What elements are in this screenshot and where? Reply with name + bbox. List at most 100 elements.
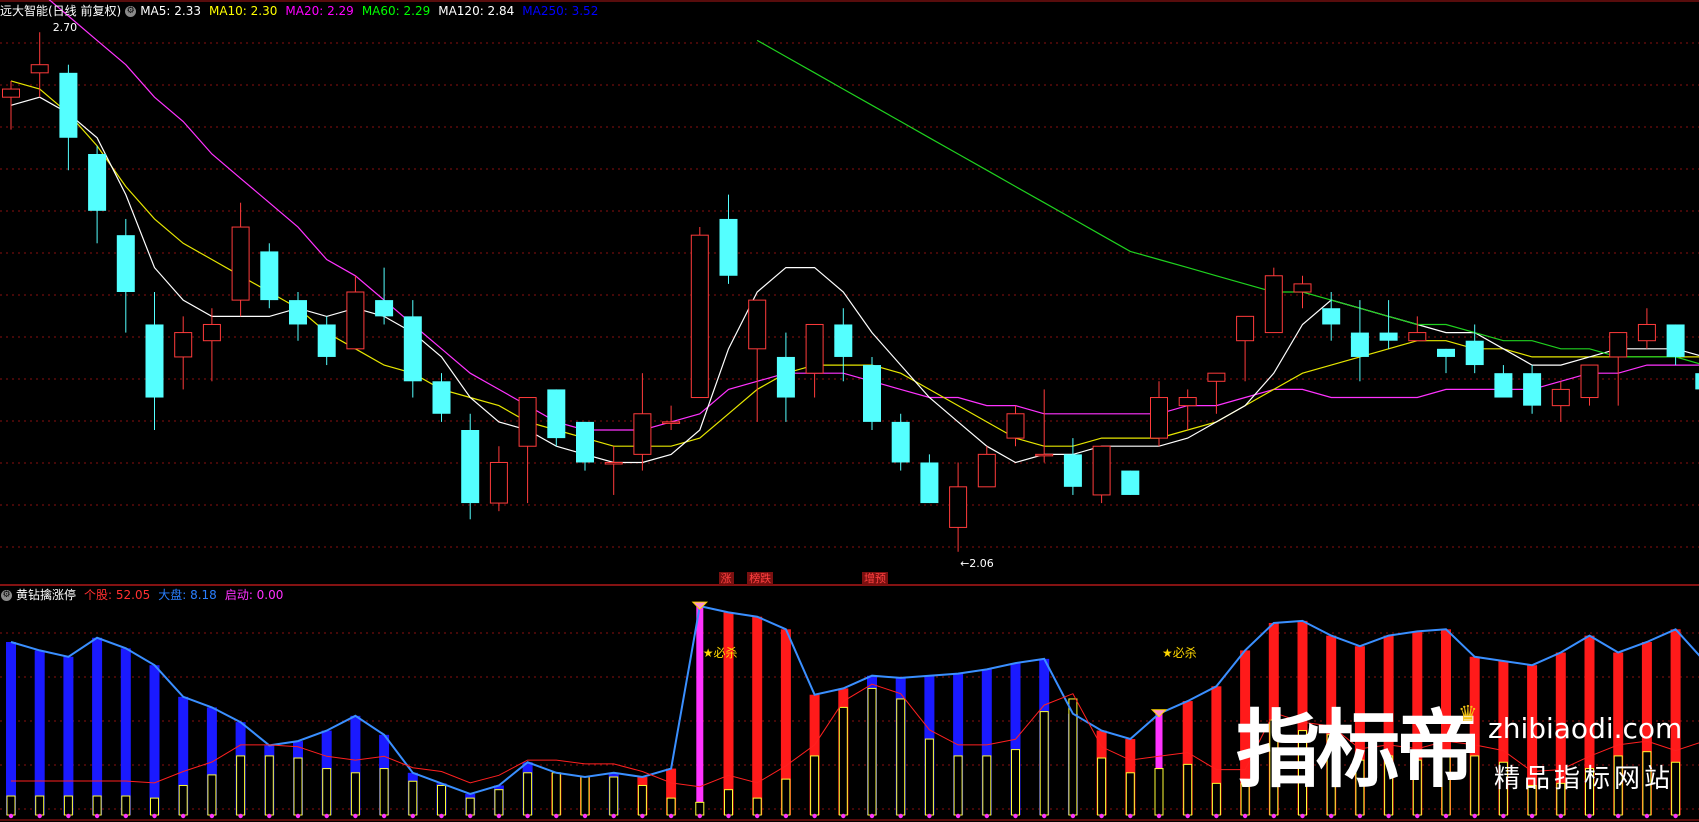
indicator-bar[interactable] (436, 783, 447, 819)
indicator-bar[interactable] (1039, 658, 1050, 819)
candlestick[interactable] (1637, 308, 1656, 349)
candlestick[interactable] (2, 80, 20, 130)
indicator-bar[interactable] (120, 648, 131, 819)
candlestick[interactable] (1551, 381, 1570, 422)
stock-chart[interactable] (0, 0, 1699, 822)
signal-badge[interactable]: 涨 (718, 572, 734, 585)
indicator-bar[interactable] (666, 768, 677, 819)
indicator-bar[interactable] (149, 665, 160, 819)
indicator-bar[interactable] (293, 741, 303, 819)
candlestick[interactable] (690, 227, 709, 399)
candlestick[interactable] (1350, 300, 1369, 382)
indicator-bar[interactable] (63, 656, 74, 819)
indicator-bar[interactable] (838, 688, 849, 819)
candlestick[interactable] (719, 194, 738, 284)
candlesticks[interactable] (2, 32, 1699, 552)
candlestick[interactable] (489, 446, 508, 512)
candlestick[interactable] (289, 292, 307, 341)
indicator-bar[interactable] (264, 745, 275, 819)
indicator-bar[interactable] (6, 641, 16, 819)
candlestick[interactable] (1092, 445, 1111, 504)
candlestick[interactable] (174, 316, 193, 390)
indicator-bar[interactable] (608, 772, 619, 819)
candlestick[interactable] (1523, 365, 1542, 414)
candlestick[interactable] (805, 323, 824, 398)
indicator-bar[interactable] (34, 650, 45, 819)
candlestick[interactable] (633, 373, 652, 471)
settings-gear-icon[interactable]: ⚙ (1, 589, 12, 601)
indicator-bar[interactable] (809, 694, 820, 819)
stock-title[interactable]: 远大智能(日线 前复权) (0, 2, 121, 20)
candlestick[interactable] (776, 332, 795, 422)
candlestick[interactable] (1150, 381, 1168, 447)
candlestick[interactable] (1236, 315, 1255, 382)
candlestick[interactable] (346, 275, 365, 350)
candlestick[interactable] (576, 421, 594, 471)
candlestick[interactable] (949, 462, 968, 552)
indicator-bar[interactable] (953, 673, 964, 819)
candlestick[interactable] (59, 64, 78, 171)
candlestick[interactable] (461, 413, 480, 520)
candlestick[interactable] (1121, 470, 1140, 495)
indicator-bar[interactable] (924, 675, 935, 819)
candlestick[interactable] (1293, 275, 1312, 309)
candlestick[interactable] (977, 446, 996, 488)
indicator-bar[interactable] (92, 637, 103, 819)
candlestick[interactable] (375, 267, 394, 325)
candlestick[interactable] (116, 218, 135, 333)
candlestick[interactable] (1264, 267, 1283, 334)
candlestick[interactable] (1408, 316, 1427, 342)
indicator-bar[interactable] (522, 762, 533, 819)
indicator-bar[interactable] (1154, 713, 1164, 819)
indicator-bar[interactable] (1182, 701, 1193, 819)
candlestick[interactable] (518, 397, 537, 504)
candlestick[interactable] (863, 356, 881, 430)
indicator-bar[interactable] (752, 616, 763, 819)
indicator-bar[interactable] (1125, 739, 1136, 819)
candlestick[interactable] (1322, 292, 1341, 341)
indicator-bar[interactable] (493, 785, 504, 819)
candlestick[interactable] (1035, 389, 1054, 463)
indicator-bar[interactable] (407, 772, 418, 819)
candlestick[interactable] (260, 243, 279, 309)
candlestick[interactable] (834, 308, 853, 382)
candlestick[interactable] (1178, 389, 1197, 430)
indicator-bar[interactable] (637, 777, 648, 819)
indicator-bar[interactable] (551, 772, 562, 819)
indicator-bar[interactable] (723, 612, 734, 819)
candlestick[interactable] (891, 413, 910, 471)
candlestick[interactable] (317, 316, 336, 366)
indicator-bar[interactable] (1010, 663, 1021, 819)
signal-badge[interactable]: 榜跌 (747, 572, 774, 585)
candlestick[interactable] (1609, 332, 1628, 406)
candlestick[interactable] (88, 145, 107, 244)
candlestick[interactable] (1437, 348, 1455, 374)
indicator-bar[interactable] (321, 730, 332, 819)
indicator-bar[interactable] (1211, 686, 1222, 819)
candlestick[interactable] (202, 308, 221, 382)
settings-gear-icon[interactable]: ⚙ (125, 5, 137, 17)
indicator-title[interactable]: 黄钻擒涨停 (16, 586, 76, 604)
signal-badge[interactable]: 增预 (862, 572, 888, 585)
indicator-bar[interactable] (178, 696, 189, 819)
candlestick[interactable] (748, 299, 767, 422)
candlestick[interactable] (1379, 300, 1398, 349)
candlestick[interactable] (1465, 324, 1484, 374)
candlestick[interactable] (1580, 364, 1599, 406)
candlestick[interactable] (604, 446, 623, 495)
indicator-bar[interactable] (580, 776, 590, 819)
indicator-bar[interactable] (235, 722, 246, 819)
candlestick[interactable] (1494, 365, 1513, 398)
candlestick[interactable] (432, 373, 451, 422)
indicator-bar[interactable] (465, 793, 476, 819)
candlestick[interactable] (231, 202, 250, 317)
candlestick[interactable] (547, 389, 566, 447)
indicator-bar[interactable] (1096, 730, 1107, 819)
candlestick[interactable] (1207, 372, 1226, 414)
candlestick[interactable] (662, 405, 681, 430)
candlestick[interactable] (403, 300, 422, 398)
indicator-bar[interactable] (780, 629, 791, 819)
candlestick[interactable] (920, 454, 939, 504)
indicator-bar[interactable] (379, 734, 390, 819)
indicator-bar[interactable] (350, 715, 361, 819)
